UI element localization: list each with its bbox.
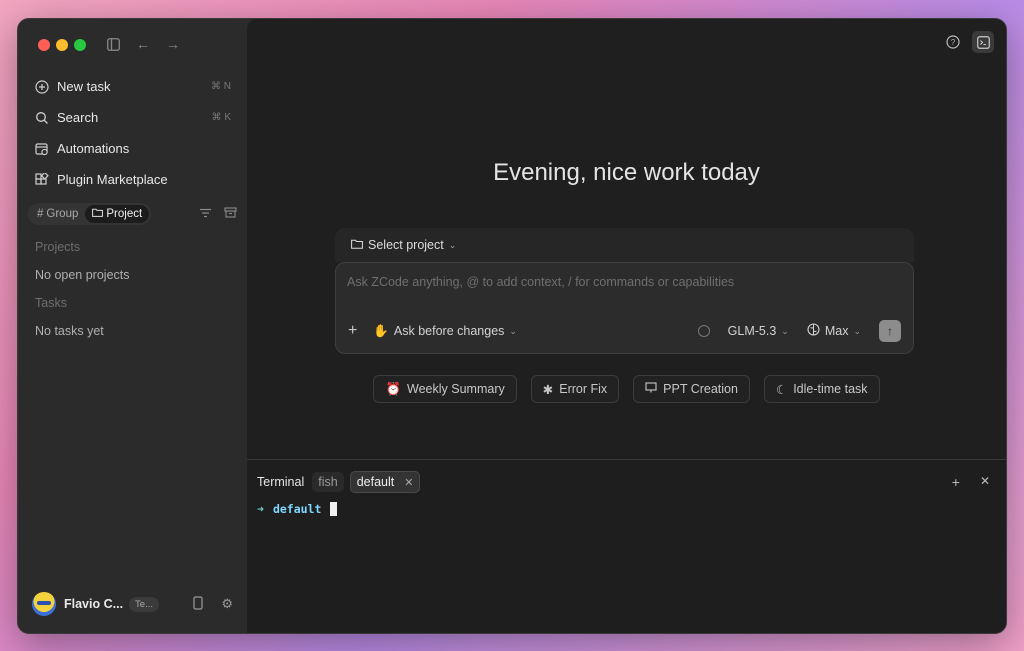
folder-icon xyxy=(351,238,363,252)
titlebar-controls: ← → xyxy=(105,36,181,52)
user-name: Flavio C... xyxy=(64,597,124,611)
project-toggle-button[interactable]: Project xyxy=(85,205,150,223)
chip-error-fix[interactable]: ✱ Error Fix xyxy=(530,375,620,403)
sidebar-item-label: Search xyxy=(57,110,99,125)
app-window: ← → New task ⌘ N Search ⌘ K Automations … xyxy=(17,18,1007,634)
sidebar-item-automations[interactable]: Automations xyxy=(26,133,239,164)
presentation-icon xyxy=(645,382,657,396)
chevron-down-icon: ⌄ xyxy=(853,325,861,336)
prompt-arrow: ➜ xyxy=(257,502,264,516)
main-panel: ? Evening, nice work today Select projec… xyxy=(247,19,1006,459)
terminal-tab-fish[interactable]: fish xyxy=(312,472,344,492)
forward-arrow-icon[interactable]: → xyxy=(165,36,181,52)
new-terminal-icon[interactable]: + xyxy=(952,474,960,490)
chevron-down-icon: ⌄ xyxy=(781,325,789,336)
close-window-button[interactable] xyxy=(38,39,50,51)
hash-icon: # xyxy=(37,208,44,220)
permission-mode-select[interactable]: ✋ Ask before changes ⌄ xyxy=(373,324,517,339)
group-toggle-button[interactable]: # Group xyxy=(30,205,85,223)
svg-text:?: ? xyxy=(951,38,956,47)
chevron-down-icon: ⌄ xyxy=(448,239,457,250)
add-attachment-icon[interactable]: + xyxy=(348,322,357,340)
filter-tools xyxy=(199,205,237,223)
shortcut-hint: ⌘ N xyxy=(211,81,231,92)
help-icon[interactable]: ? xyxy=(942,31,964,53)
terminal-tab-default[interactable]: default ✕ xyxy=(349,471,421,493)
terminal-header: Terminal fish default ✕ + ✕ xyxy=(257,470,990,494)
sidebar-item-search[interactable]: Search ⌘ K xyxy=(26,102,239,133)
composer-toolbar: + ✋ Ask before changes ⌄ GLM-5.3 ⌄ Max ⌄… xyxy=(348,319,901,343)
new-task-icon xyxy=(34,79,50,95)
group-project-toggle: # Group Project xyxy=(28,203,152,225)
user-plan-badge: Te... xyxy=(129,596,159,612)
prompt-input[interactable]: Ask ZCode anything, @ to add context, / … xyxy=(335,262,914,354)
sidebar-item-label: Plugin Marketplace xyxy=(57,172,168,187)
user-profile[interactable]: Flavio C... Te... ⚙ xyxy=(32,589,233,619)
minimize-window-button[interactable] xyxy=(56,39,68,51)
project-select[interactable]: Select project ⌄ xyxy=(335,228,914,262)
calendar-clock-icon xyxy=(34,141,50,157)
top-right-controls: ? xyxy=(942,31,994,53)
sidebar-item-new-task[interactable]: New task ⌘ N xyxy=(26,71,239,102)
terminal-title: Terminal xyxy=(257,475,305,489)
plugin-icon xyxy=(34,172,50,188)
tasks-empty-text: No tasks yet xyxy=(35,324,104,338)
send-button[interactable]: ↑ xyxy=(879,320,901,342)
chip-weekly-summary[interactable]: ⏰ Weekly Summary xyxy=(373,375,517,403)
effort-select[interactable]: Max ⌄ xyxy=(807,323,861,339)
terminal-panel: Terminal fish default ✕ + ✕ ➜ default xyxy=(247,459,1006,633)
terminal-prompt[interactable]: ➜ default xyxy=(257,502,338,516)
filter-icon[interactable] xyxy=(199,205,212,223)
zoom-window-button[interactable] xyxy=(74,39,86,51)
sidebar-item-label: Automations xyxy=(57,141,130,156)
archive-icon[interactable] xyxy=(224,205,237,223)
model-select[interactable]: GLM-5.3 ⌄ xyxy=(728,324,789,338)
project-select-label: Select project xyxy=(368,238,444,252)
sidebar-filters: # Group Project xyxy=(28,202,237,226)
composer: Select project ⌄ Ask ZCode anything, @ t… xyxy=(335,228,914,354)
shortcut-hint: ⌘ K xyxy=(211,112,231,123)
prompt-placeholder: Ask ZCode anything, @ to add context, / … xyxy=(347,275,735,289)
projects-empty-text: No open projects xyxy=(35,268,130,282)
traffic-lights xyxy=(38,39,86,51)
gear-icon[interactable]: ⚙ xyxy=(221,596,233,613)
sidebar-nav: New task ⌘ N Search ⌘ K Automations Plug… xyxy=(26,71,239,195)
moon-icon: ☾ xyxy=(775,382,788,397)
avatar[interactable] xyxy=(32,592,56,616)
terminal-cursor xyxy=(330,502,338,516)
arrow-up-icon: ↑ xyxy=(887,324,893,338)
greeting-title: Evening, nice work today xyxy=(493,159,760,186)
context-usage-icon[interactable] xyxy=(697,325,710,337)
sidebar-item-plugin-marketplace[interactable]: Plugin Marketplace xyxy=(26,164,239,195)
chip-ppt-creation[interactable]: PPT Creation xyxy=(633,375,750,403)
back-arrow-icon[interactable]: ← xyxy=(135,36,151,52)
alarm-clock-icon: ⏰ xyxy=(385,381,402,396)
bug-icon: ✱ xyxy=(542,382,554,397)
search-icon xyxy=(34,110,50,126)
projects-section-label: Projects xyxy=(35,240,81,254)
folder-icon xyxy=(92,208,104,220)
sidebar: ← → New task ⌘ N Search ⌘ K Automations … xyxy=(18,19,247,633)
prompt-cwd: default xyxy=(272,502,322,516)
close-icon[interactable]: ✕ xyxy=(980,474,990,490)
sidebar-toggle-icon[interactable] xyxy=(105,36,121,52)
brain-icon xyxy=(807,323,820,339)
hand-icon: ✋ xyxy=(373,323,389,338)
sidebar-item-label: New task xyxy=(57,79,111,94)
tasks-section-label: Tasks xyxy=(35,296,67,310)
chevron-down-icon: ⌄ xyxy=(509,325,517,336)
close-tab-icon[interactable]: ✕ xyxy=(404,476,413,489)
suggestion-chips: ⏰ Weekly Summary ✱ Error Fix PPT Creatio… xyxy=(247,375,1006,403)
terminal-toggle-icon[interactable] xyxy=(972,31,994,53)
mobile-icon[interactable] xyxy=(193,595,203,613)
chip-idle-time-task[interactable]: ☾ Idle-time task xyxy=(763,375,880,403)
